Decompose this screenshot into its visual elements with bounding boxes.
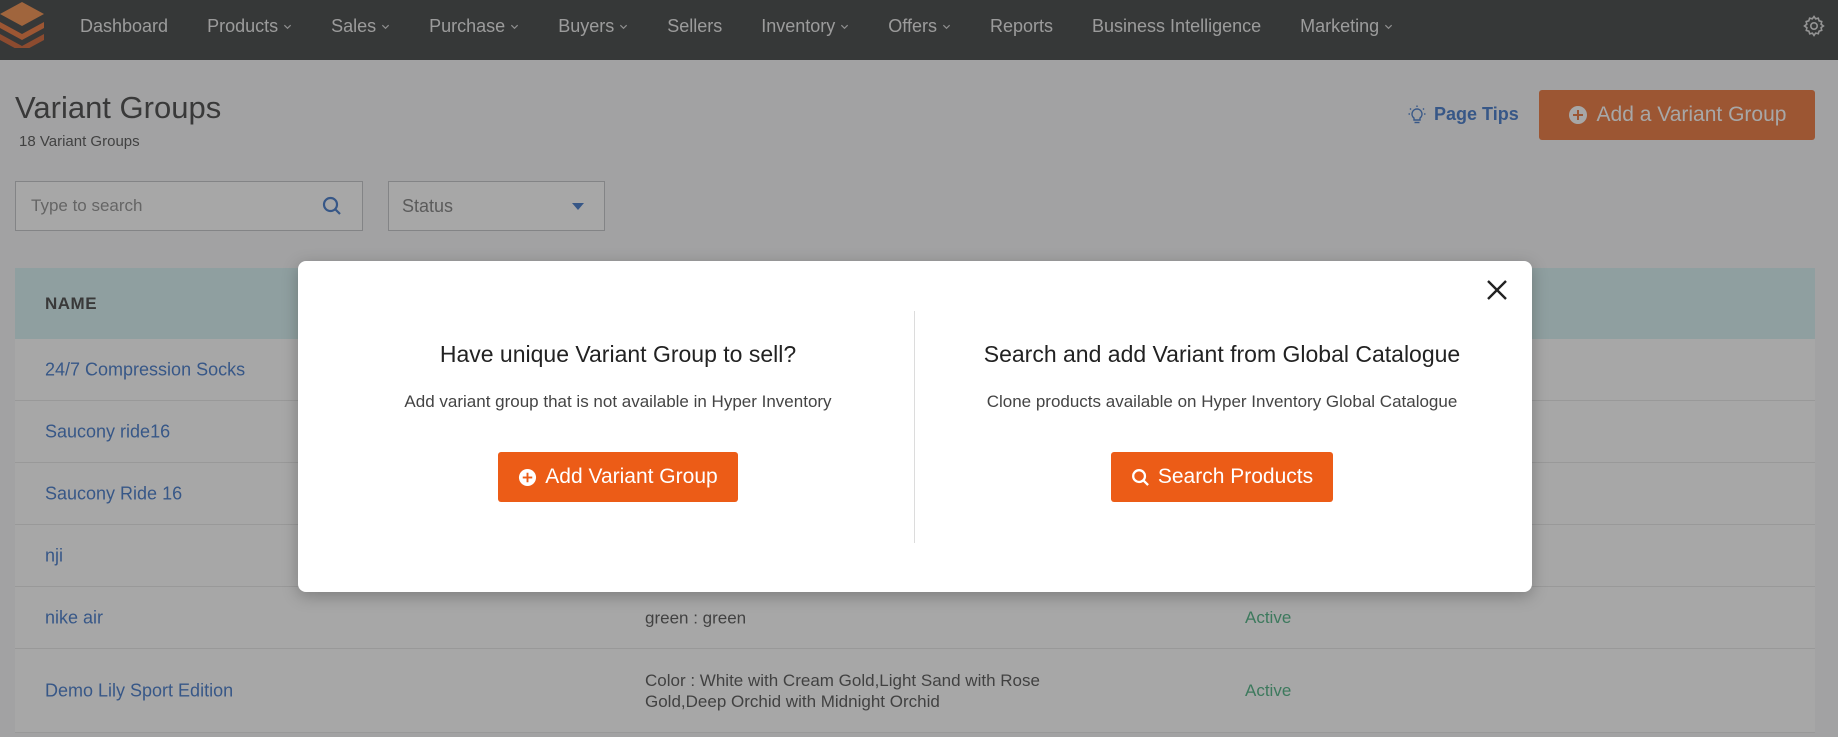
close-icon[interactable] — [1484, 277, 1510, 303]
global-catalogue-section: Search and add Variant from Global Catal… — [922, 341, 1522, 502]
add-variant-group-modal-button[interactable]: Add Variant Group — [498, 452, 738, 502]
search-products-label: Search Products — [1157, 465, 1314, 488]
add-variant-modal: Have unique Variant Group to sell? Add v… — [298, 261, 1532, 592]
add-own-description: Add variant group that is not available … — [404, 392, 832, 411]
add-variant-group-modal-label: Add Variant Group — [545, 465, 718, 488]
global-catalogue-description: Clone products available on Hyper Invent… — [986, 392, 1458, 411]
add-own-title: Have unique Variant Group to sell? — [439, 341, 797, 367]
search-products-button[interactable]: Search Products — [1110, 452, 1334, 502]
search-icon — [1131, 468, 1149, 486]
add-own-section: Have unique Variant Group to sell? Add v… — [318, 341, 918, 502]
plus-circle-icon — [519, 468, 537, 486]
global-catalogue-title: Search and add Variant from Global Catal… — [983, 341, 1461, 367]
